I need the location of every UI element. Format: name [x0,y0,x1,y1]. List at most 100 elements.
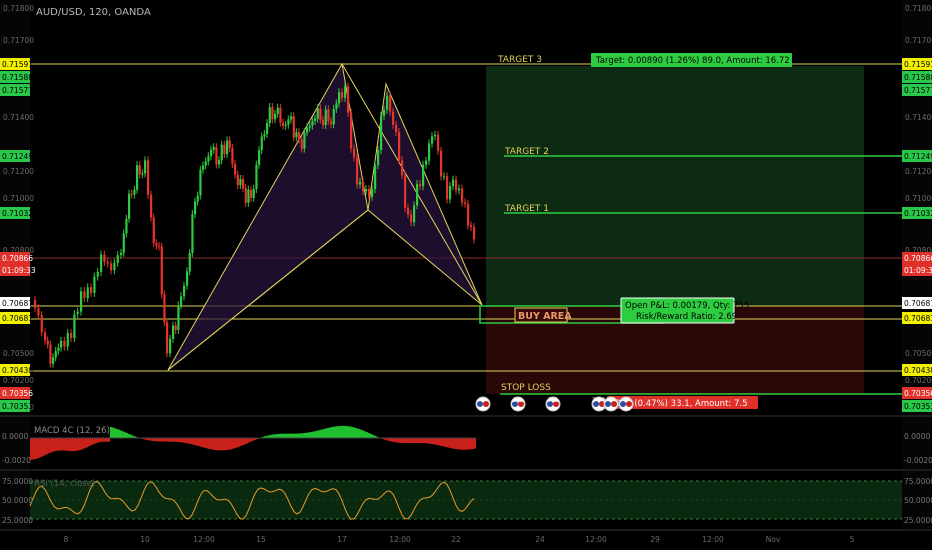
candle-body [356,157,359,185]
candle-body [113,262,116,271]
candle-body [103,254,106,262]
right-price-axis[interactable]: 0.71800 0.71700 0.71400 0.71200 0.71000 0.708… [902,4,932,412]
candle-body [464,202,467,204]
candle-body [191,214,194,254]
macd-bar [454,438,456,449]
candle-body [377,150,380,166]
svg-text:0.71032: 0.71032 [2,209,33,218]
macd-bar [184,438,186,443]
time-tick: 12:00 [389,535,411,544]
macd-bar [354,427,356,438]
price-tag: 0.71591 [902,58,932,70]
candle-body [236,174,239,186]
macd-bar [40,438,42,458]
candle-body [196,195,199,202]
candle-body [344,86,347,98]
macd-bar [170,438,172,442]
price-tag: 0.70353 [902,400,932,412]
price-tag: 0.71249 [902,150,932,162]
macd-bar [232,438,234,449]
macd-bar [424,438,426,444]
macd-bar [168,438,170,442]
macd-bar [180,438,182,443]
candle-body [284,124,287,126]
candle-body [174,325,177,330]
candle-body [83,291,86,299]
macd-bar [324,428,326,438]
price-tag: 01:09:33 [902,264,932,276]
price-tick: 0.71800 [3,4,34,13]
price-tag: 0.70353 [0,400,33,412]
price-tag: 0.71588 [902,71,932,83]
event-flag-icon[interactable]: 2 1 [510,396,526,412]
candle-body [440,150,443,177]
price-tag: 01:09:33 [0,264,36,276]
macd-bar [234,438,236,449]
macd-bar [218,438,220,451]
macd-bar [162,438,164,442]
macd-bar [404,438,406,444]
macd-bar [342,425,344,438]
pnl-box[interactable]: Open P&L: 0.00179, Qty: 755 Risk/Reward … [620,297,749,324]
candle-body [407,208,410,215]
trading-chart[interactable]: TARGET 3 TARGET 2 TARGET 1 STOP LOSS Tar… [0,0,932,550]
pnl-line2: Risk/Reward Ratio: 2.69 [636,312,737,322]
macd-bar [300,433,302,438]
macd-bar [296,433,298,438]
macd-label: MACD 4C (12, 26) [34,426,110,436]
candle-body [141,173,144,175]
svg-text:0.71577: 0.71577 [904,86,932,95]
candle-body [204,161,207,166]
macd-bar [102,438,104,442]
candle-body [274,113,277,120]
macd-bar [432,438,434,445]
candle-body [133,189,136,195]
candle-body [110,263,113,271]
time-tick: Nov [766,535,781,544]
candle-body [458,188,461,191]
macd-bar [118,429,120,438]
time-tick: 8 [64,535,69,544]
candle-body [63,340,66,347]
candle-body [258,150,261,165]
candle-body [404,175,407,209]
rsi-label: RSI (14, close) [34,479,95,489]
candle-body [183,285,186,297]
target-info-box[interactable]: Target: 0.00890 (1.26%) 89.0, Amount: 16… [591,53,792,67]
macd-bar [464,438,466,450]
macd-bar [462,438,464,450]
svg-text:0.70356: 0.70356 [904,389,932,398]
price-tick-right: 0.71700 [905,36,932,45]
candle-body [416,184,419,206]
svg-text:0.70356: 0.70356 [2,389,33,398]
macd-bar [408,438,410,444]
candle-body [215,147,218,165]
macd-bar [210,438,212,450]
svg-text:2 1: 2 1 [513,396,523,404]
macd-bar [430,438,432,444]
event-flag-icon[interactable]: 7 2 [545,396,561,412]
candle-body [282,122,285,126]
candle-body [327,109,330,122]
candle-body [263,134,266,137]
macd-bar [308,432,310,438]
macd-bar [98,438,100,443]
candle-body [266,123,269,135]
candle-body [322,119,325,126]
macd-bar [52,438,54,452]
macd-bar [440,438,442,446]
candle-body [368,188,371,197]
candle-body [290,116,293,120]
macd-bar [356,428,358,438]
price-tag: 0.71591 [0,58,33,70]
macd-bar [112,427,114,438]
svg-text:0.70687: 0.70687 [2,299,33,308]
candle-body [371,189,374,197]
macd-bar [192,438,194,445]
candle-body [242,179,245,189]
macd-bar [370,433,372,438]
candle-body [37,308,40,316]
svg-text:3: 3 [481,396,485,404]
candle-body [172,325,175,339]
candle-body [467,203,470,226]
